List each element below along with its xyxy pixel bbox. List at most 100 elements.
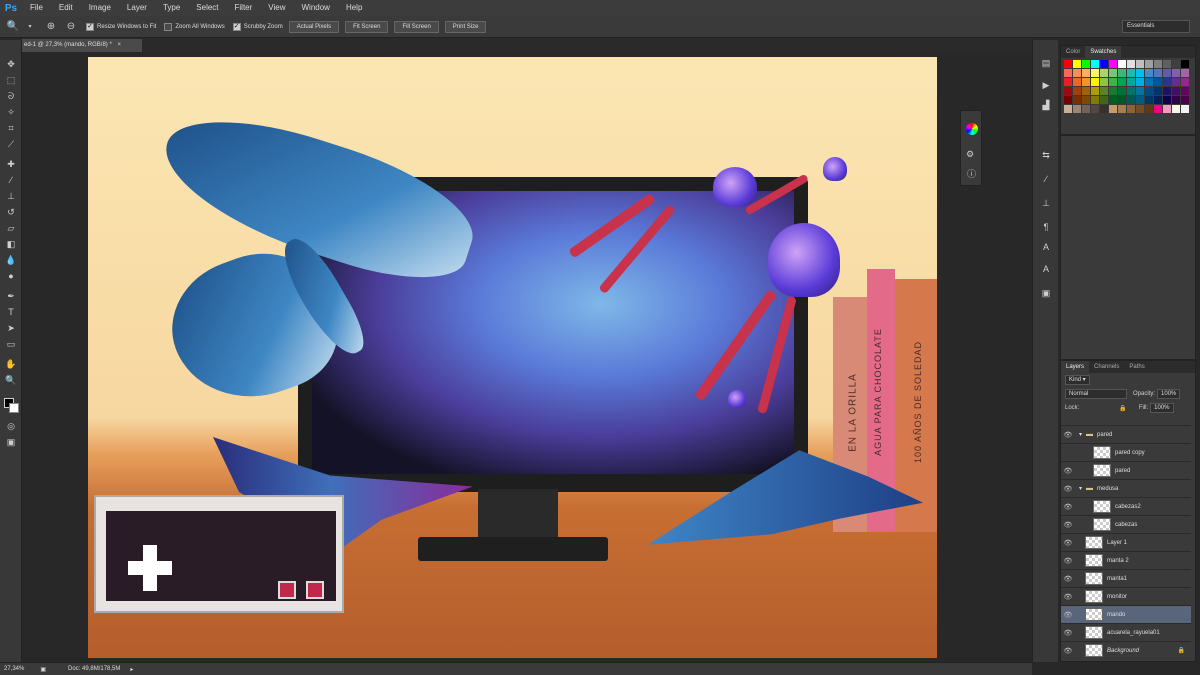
checkbox[interactable]: ✓	[232, 22, 241, 31]
opacity-input[interactable]: 100%	[1157, 389, 1181, 399]
color-swatch[interactable]	[1109, 78, 1117, 86]
layer-row[interactable]: 👁 monitor	[1061, 587, 1191, 605]
color-swatch[interactable]	[1073, 78, 1081, 86]
color-swatch[interactable]	[1145, 96, 1153, 104]
color-swatch[interactable]	[1118, 96, 1126, 104]
visibility-eye-icon[interactable]: 👁	[1061, 521, 1075, 529]
checkbox[interactable]	[164, 22, 173, 31]
tab-layers[interactable]: Layers	[1061, 361, 1090, 373]
eraser-tool-icon[interactable]: ▱	[4, 222, 18, 235]
color-swatch[interactable]	[1127, 87, 1135, 95]
color-swatch[interactable]	[1118, 105, 1126, 113]
chevron-down-icon[interactable]: ▾	[1079, 431, 1082, 438]
pen-tool-icon[interactable]: ✒	[4, 290, 18, 303]
fill-input[interactable]: 100%	[1150, 403, 1174, 413]
color-swatch[interactable]	[1181, 60, 1189, 68]
color-swatch[interactable]	[1118, 78, 1126, 86]
color-swatch[interactable]	[1082, 78, 1090, 86]
filter-kind-select[interactable]: Kind ▾	[1065, 375, 1090, 385]
color-swatch[interactable]	[1127, 78, 1135, 86]
color-swatch[interactable]	[1100, 78, 1108, 86]
color-swatch[interactable]	[1109, 96, 1117, 104]
visibility-eye-icon[interactable]: 👁	[1061, 629, 1075, 637]
layer-row[interactable]: 👁 mando	[1061, 605, 1191, 623]
layer-row[interactable]: 👁 cabezas2	[1061, 497, 1191, 515]
visibility-eye-icon[interactable]: 👁	[1061, 593, 1075, 601]
option-checkbox[interactable]: ✓ Resize Windows to Fit	[86, 22, 156, 31]
color-swatch[interactable]	[1127, 105, 1135, 113]
blend-mode-select[interactable]: Normal	[1065, 389, 1127, 399]
zoom-tool-icon[interactable]: 🔍	[4, 374, 18, 387]
color-swatch[interactable]	[1118, 69, 1126, 77]
color-swatch[interactable]	[1127, 96, 1135, 104]
color-swatch[interactable]	[1181, 96, 1189, 104]
quick-mask-icon[interactable]: ◎	[4, 420, 18, 433]
color-swatch[interactable]	[1172, 69, 1180, 77]
menu-layer[interactable]: Layer	[119, 0, 155, 16]
tab-channels[interactable]: Channels	[1089, 361, 1124, 373]
color-swatch[interactable]	[1064, 96, 1072, 104]
visibility-eye-icon[interactable]: 👁	[1061, 431, 1075, 439]
magic-wand-tool-icon[interactable]: ✧	[4, 106, 18, 119]
color-swatch[interactable]	[1154, 96, 1162, 104]
color-swatch[interactable]	[1064, 105, 1072, 113]
status-info-icon[interactable]: ▣	[40, 666, 46, 673]
color-swatch[interactable]	[1073, 60, 1081, 68]
color-swatch[interactable]	[1100, 69, 1108, 77]
color-swatch[interactable]	[1136, 60, 1144, 68]
color-swatch[interactable]	[1073, 69, 1081, 77]
color-swatch[interactable]	[1064, 60, 1072, 68]
actual-pixels-button[interactable]: Actual Pixels	[288, 20, 340, 33]
color-swatch[interactable]	[1082, 87, 1090, 95]
color-swatch[interactable]	[1100, 60, 1108, 68]
move-tool-icon[interactable]: ✥	[4, 58, 18, 71]
layer-row[interactable]: 👁 acuarela_rayuela01	[1061, 623, 1191, 641]
color-swatch[interactable]	[1091, 87, 1099, 95]
color-swatch[interactable]	[1064, 69, 1072, 77]
marquee-tool-icon[interactable]: ⬚	[4, 74, 18, 87]
color-swatch[interactable]	[1172, 105, 1180, 113]
lock-icon[interactable]: 🔒	[1119, 405, 1126, 412]
color-swatch[interactable]	[1091, 96, 1099, 104]
layer-row[interactable]: 👁 manta1	[1061, 569, 1191, 587]
zoom-tool-icon[interactable]: 🔍	[6, 20, 20, 34]
menu-select[interactable]: Select	[188, 0, 226, 16]
document-canvas[interactable]: EN LA ORILLA AGUA PARA CHOCOLATE 100 AÑO…	[88, 57, 937, 658]
color-swatch[interactable]	[1109, 60, 1117, 68]
color-swatch[interactable]	[1109, 69, 1117, 77]
color-swatch[interactable]	[1163, 60, 1171, 68]
color-swatch[interactable]	[1073, 105, 1081, 113]
gradient-tool-icon[interactable]: ◧	[4, 238, 18, 251]
eyedropper-tool-icon[interactable]: ⟋	[4, 138, 18, 151]
tab-swatches[interactable]: Swatches	[1085, 46, 1122, 58]
visibility-eye-icon[interactable]: 👁	[1061, 611, 1075, 619]
color-swatch[interactable]	[1118, 60, 1126, 68]
color-swatch[interactable]	[1145, 60, 1153, 68]
menu-filter[interactable]: Filter	[227, 0, 261, 16]
dodge-tool-icon[interactable]: ●	[4, 270, 18, 283]
color-swatch[interactable]	[1118, 87, 1126, 95]
color-swatch[interactable]	[1082, 60, 1090, 68]
adjustments-icon[interactable]: ⚙	[966, 149, 974, 160]
color-swatch[interactable]	[1073, 87, 1081, 95]
rectangle-tool-icon[interactable]: ▭	[4, 338, 18, 351]
color-swatch[interactable]	[1064, 87, 1072, 95]
clone-source-icon[interactable]: ⊥	[1039, 196, 1053, 210]
color-swatch[interactable]	[1136, 69, 1144, 77]
color-swatch[interactable]	[1181, 87, 1189, 95]
checkbox[interactable]: ✓	[86, 22, 94, 31]
color-swatch[interactable]	[1082, 105, 1090, 113]
color-swatch[interactable]	[1172, 96, 1180, 104]
color-swatch[interactable]	[1091, 78, 1099, 86]
color-swatch[interactable]	[1154, 87, 1162, 95]
color-swatch[interactable]	[1163, 78, 1171, 86]
color-swatch[interactable]	[1163, 105, 1171, 113]
color-wheel-icon[interactable]	[966, 123, 978, 135]
color-swatch[interactable]	[1091, 69, 1099, 77]
tab-color[interactable]: Color	[1061, 46, 1085, 58]
status-arrow-icon[interactable]: ▸	[130, 666, 133, 673]
color-swatch[interactable]	[1163, 96, 1171, 104]
color-swatch[interactable]	[1163, 87, 1171, 95]
tab-paths[interactable]: Paths	[1124, 361, 1149, 373]
color-swatch[interactable]	[1064, 78, 1072, 86]
